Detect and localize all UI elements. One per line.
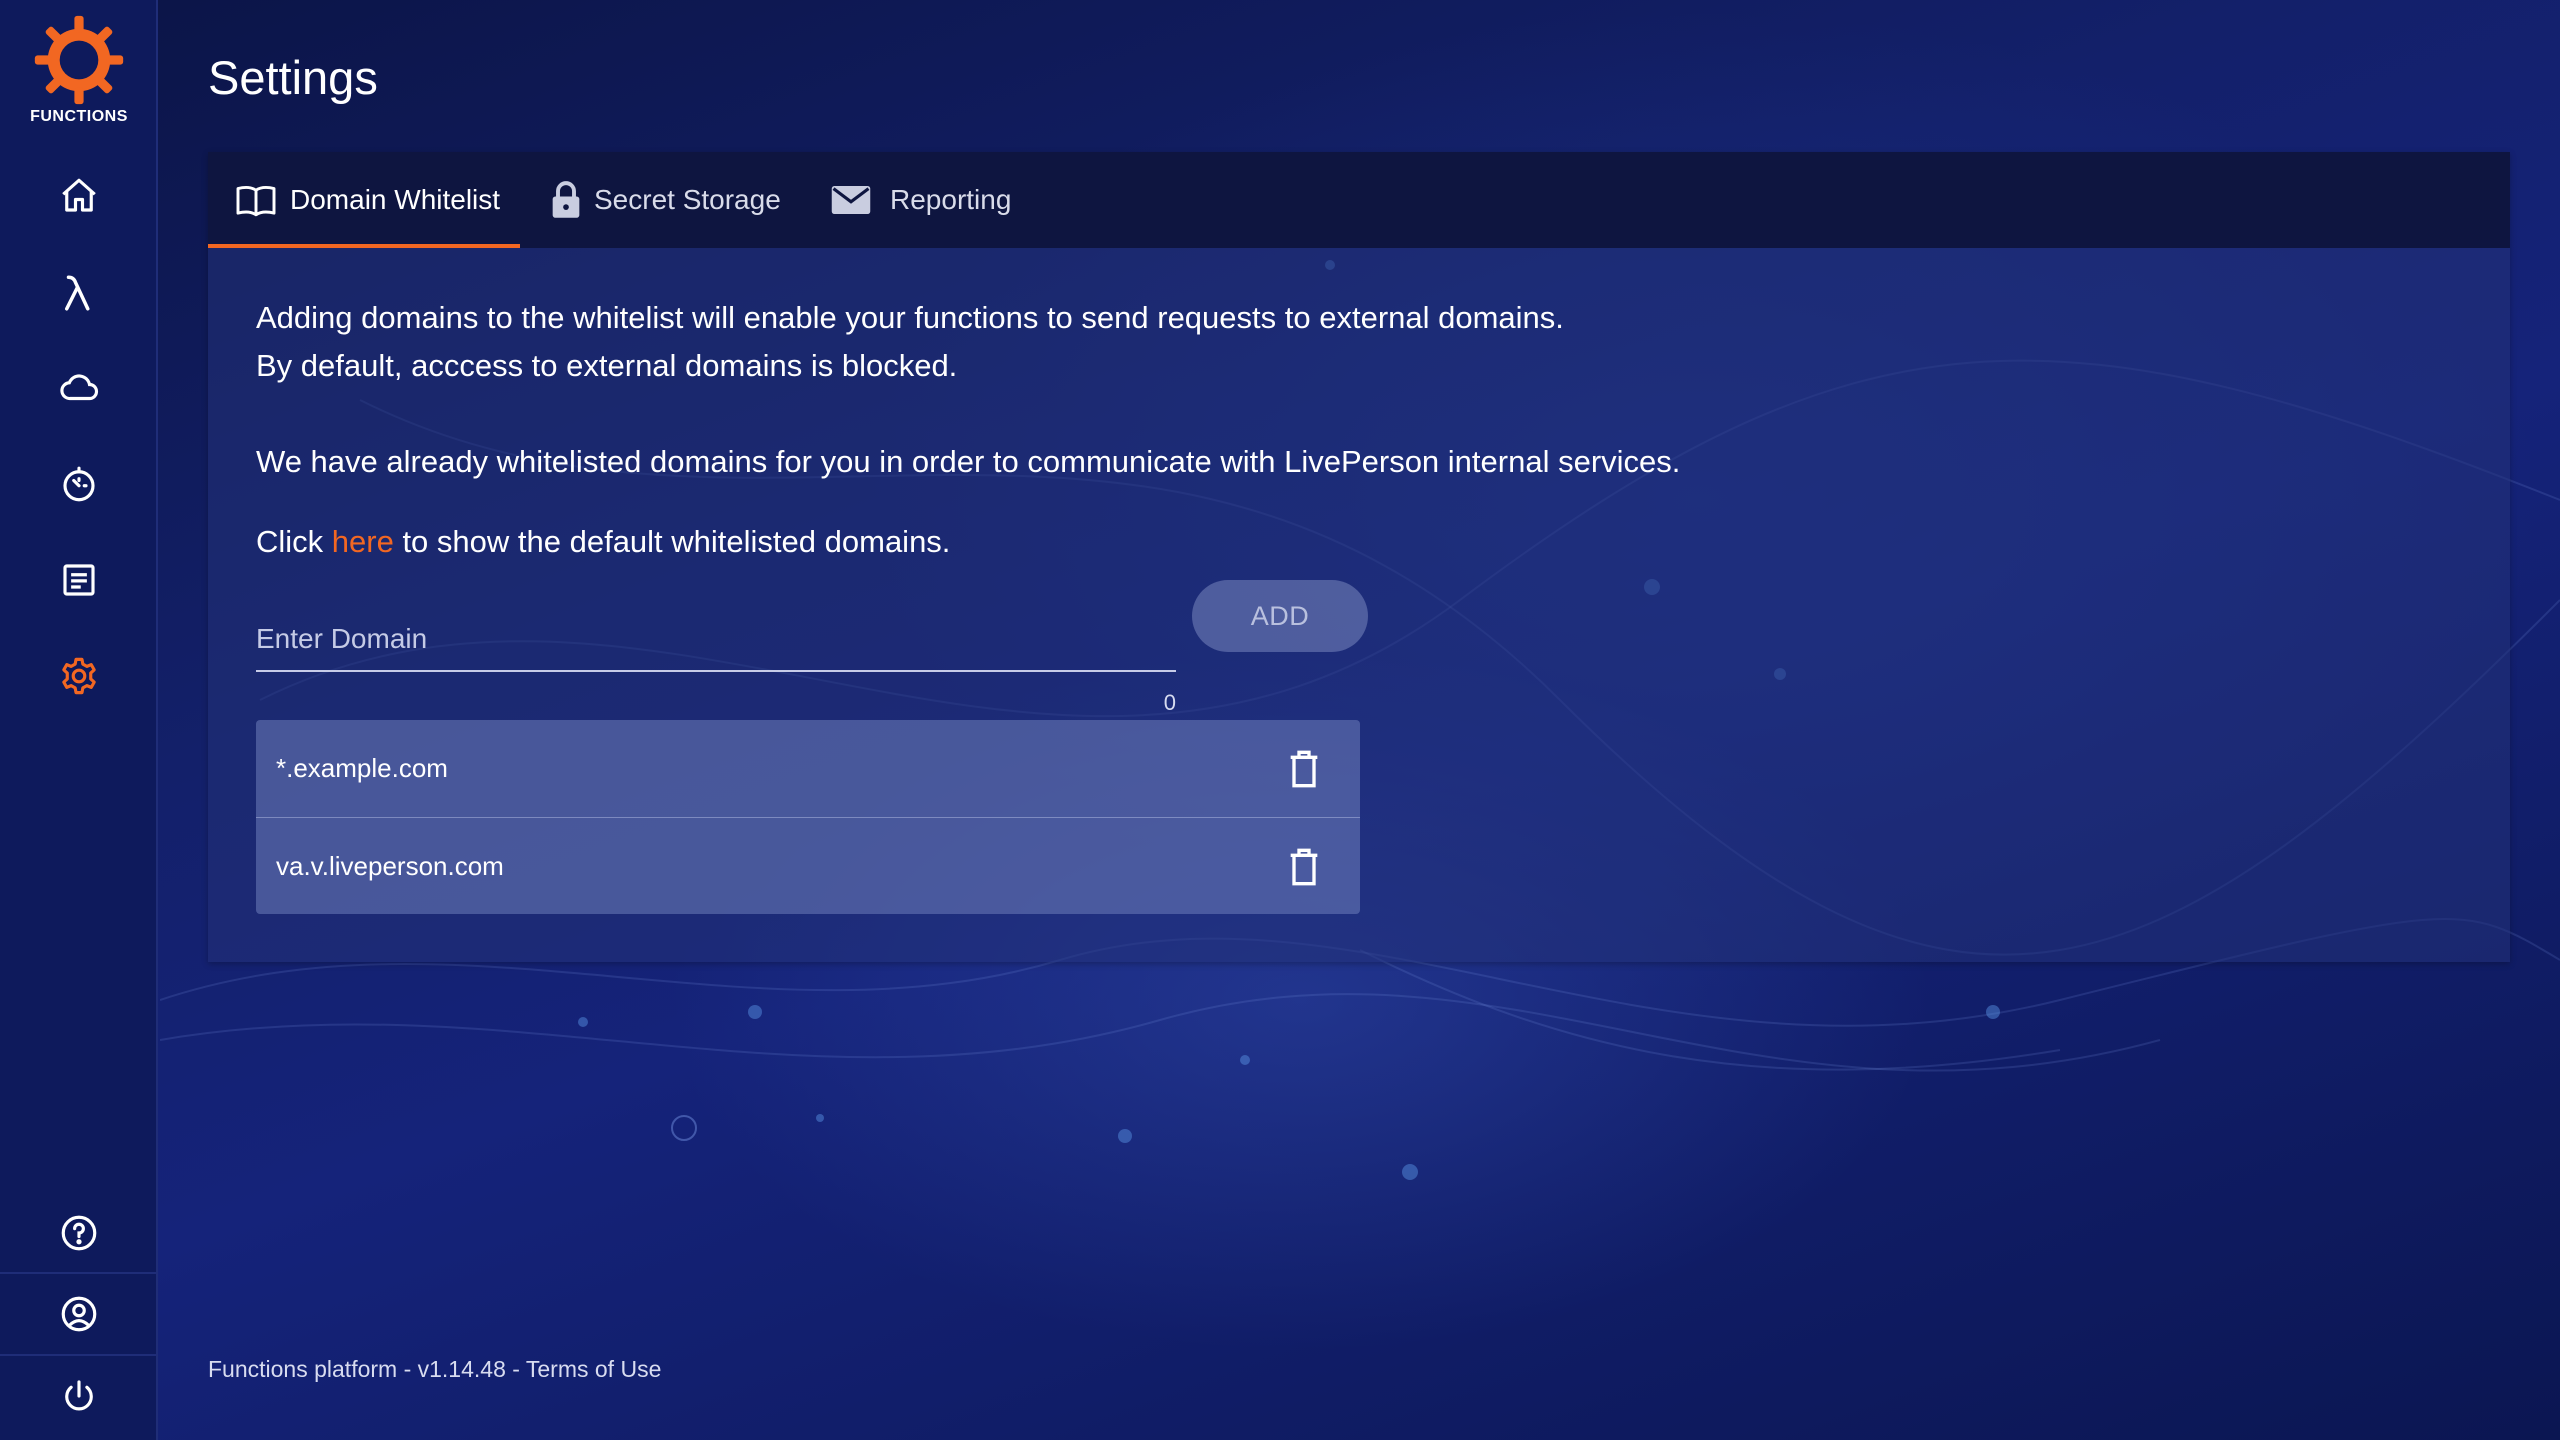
trash-icon <box>1290 848 1318 886</box>
intro-text-line2: By default, acccess to external domains … <box>256 348 958 383</box>
functions-logo[interactable]: FUNCTIONS <box>0 14 158 138</box>
settings-panel: Domain Whitelist Secret Storage Reportin… <box>208 152 2510 962</box>
domain-input-group: 0 <box>256 608 1176 718</box>
user-circle-icon <box>61 1296 97 1332</box>
tab-label: Reporting <box>890 184 1012 215</box>
domain-name: *.example.com <box>276 753 448 783</box>
home-icon <box>62 178 96 212</box>
book-icon <box>234 182 278 218</box>
list-item: *.example.com <box>256 720 1360 817</box>
domain-input[interactable] <box>256 608 1176 672</box>
domain-list: *.example.com va.v.liveperson.com <box>256 720 1360 914</box>
cloud-icon <box>60 374 99 401</box>
delete-domain-button[interactable] <box>1284 748 1324 790</box>
tab-secret-storage[interactable]: Secret Storage <box>550 152 781 248</box>
document-icon <box>63 564 95 596</box>
domain-name: va.v.liveperson.com <box>276 850 504 881</box>
nav-logs[interactable] <box>0 545 158 615</box>
nav-deployments[interactable] <box>0 353 158 423</box>
nav-home[interactable] <box>0 161 158 231</box>
lock-icon <box>550 180 582 220</box>
logo-text: FUNCTIONS <box>30 108 128 125</box>
delete-domain-button[interactable] <box>1284 846 1324 888</box>
mail-icon <box>830 183 872 217</box>
power-icon <box>65 1380 93 1411</box>
trash-icon <box>1290 750 1318 788</box>
sidebar-divider <box>0 1272 158 1274</box>
sidebar: FUNCTIONS <box>0 0 158 1440</box>
nav-settings[interactable] <box>0 641 158 711</box>
tab-label: Secret Storage <box>594 184 781 215</box>
click-suffix: to show the default whitelisted domains. <box>393 524 951 559</box>
add-domain-button[interactable]: ADD <box>1192 580 1368 652</box>
tab-reporting[interactable]: Reporting <box>830 152 1011 248</box>
active-tab-indicator <box>208 244 520 248</box>
nav-schedules[interactable] <box>0 449 158 519</box>
terms-of-use-link[interactable]: Terms of Use <box>526 1356 661 1382</box>
lambda-icon <box>65 275 90 311</box>
sidebar-divider <box>0 1354 158 1356</box>
tab-label: Domain Whitelist <box>290 184 501 215</box>
gear-icon <box>62 657 96 695</box>
tab-bar: Domain Whitelist Secret Storage Reportin… <box>208 152 2510 248</box>
nav-help[interactable] <box>0 1198 158 1268</box>
help-circle-icon <box>61 1215 97 1251</box>
show-defaults-text: Click here to show the default whitelist… <box>256 524 950 560</box>
tab-domain-whitelist[interactable]: Domain Whitelist <box>234 152 500 248</box>
timer-icon <box>63 466 95 502</box>
list-item: va.v.liveperson.com <box>256 817 1360 914</box>
nav-account[interactable] <box>0 1279 158 1349</box>
sun-logo-icon <box>34 15 124 105</box>
click-prefix: Click <box>256 524 332 559</box>
nav-logout[interactable] <box>0 1361 158 1431</box>
nav-functions[interactable] <box>0 258 158 328</box>
footer: Functions platform - v1.14.48 - Terms of… <box>208 1356 661 1383</box>
show-defaults-link[interactable]: here <box>332 524 394 559</box>
page-title: Settings <box>208 51 378 104</box>
platform-version-text: Functions platform - v1.14.48 - <box>208 1356 526 1382</box>
character-counter: 0 <box>1163 690 1176 715</box>
intro-text-line1: Adding domains to the whitelist will ena… <box>256 300 1564 335</box>
intro-text-line3: We have already whitelisted domains for … <box>256 444 1681 479</box>
